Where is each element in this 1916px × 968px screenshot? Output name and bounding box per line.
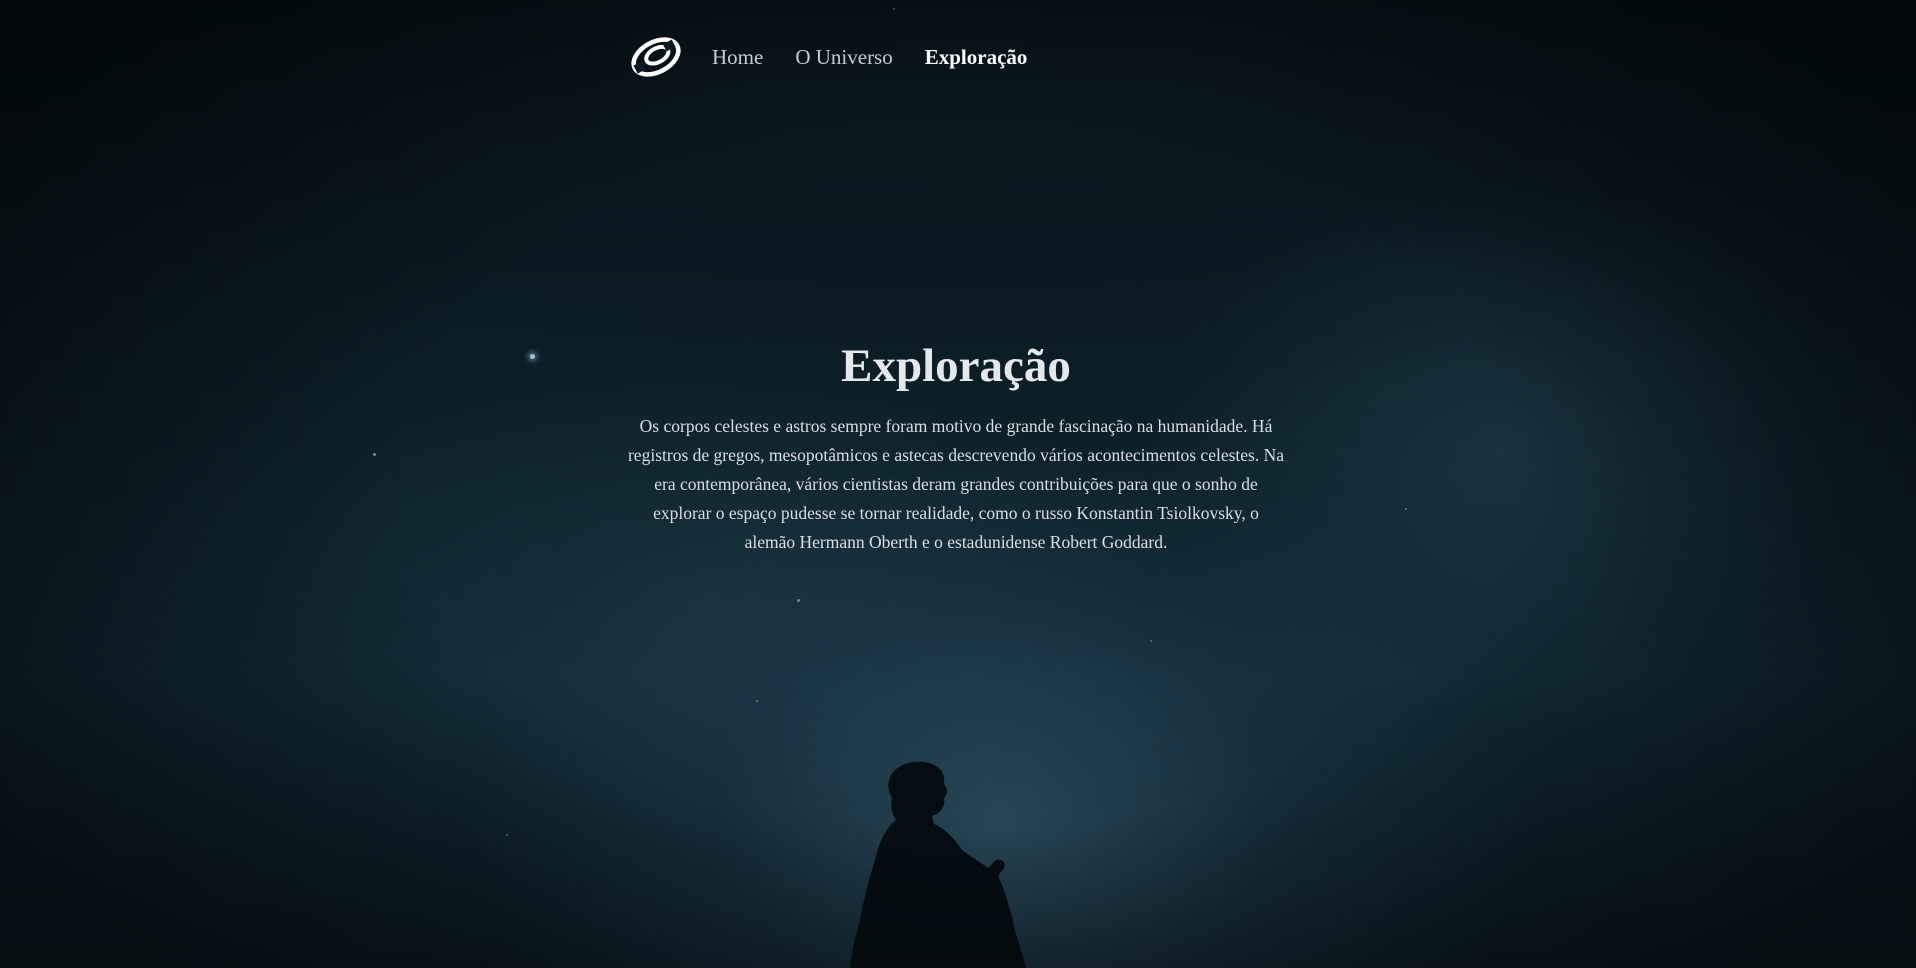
sitting-person-silhouette [850,761,1026,968]
star [373,453,376,456]
star [530,354,535,359]
star [893,8,895,10]
star [797,599,800,602]
star [1405,508,1407,510]
star [756,700,758,702]
nav-link-o-universo[interactable]: O Universo [795,45,892,70]
page-title: Exploração [841,340,1071,392]
nav-link-exploracao[interactable]: Exploração [925,45,1028,70]
star [1150,640,1152,642]
top-navigation: Home O Universo Exploração [630,32,1059,82]
page-background: Home O Universo Exploração Exploração Os… [0,0,1916,968]
star [506,834,508,836]
nav-link-home[interactable]: Home [712,45,763,70]
hero-paragraph: Os corpos celestes e astros sempre foram… [627,416,1285,552]
galaxy-logo-icon[interactable] [630,34,682,80]
hero-section: Exploração Os corpos celestes e astros s… [608,334,1304,557]
